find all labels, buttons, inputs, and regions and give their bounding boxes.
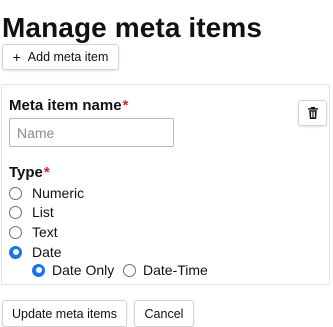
radio-numeric[interactable] <box>9 186 22 200</box>
meta-item-name-label-text: Meta item name <box>9 97 122 114</box>
add-meta-item-button[interactable]: + Add meta item <box>2 44 119 70</box>
meta-item-name-label: Meta item name* <box>9 97 128 115</box>
cancel-button[interactable]: Cancel <box>134 300 194 327</box>
type-option-numeric[interactable]: Numeric <box>9 185 84 201</box>
type-label: Type* <box>9 164 50 182</box>
type-option-list-label: List <box>32 204 54 220</box>
type-option-text-label: Text <box>32 224 58 240</box>
plus-icon: + <box>12 49 21 65</box>
date-option-date-time-label: Date-Time <box>143 262 208 278</box>
add-meta-item-label: Add meta item <box>27 50 109 64</box>
type-option-date-label: Date <box>32 244 62 260</box>
radio-date-only[interactable] <box>32 263 45 277</box>
date-option-date-only-label: Date Only <box>52 262 115 278</box>
required-marker: * <box>122 97 129 114</box>
page-title: Manage meta items <box>2 12 263 43</box>
date-option-date-time[interactable]: Date-Time <box>123 262 208 278</box>
date-option-date-only[interactable]: Date Only <box>32 262 114 278</box>
type-option-list[interactable]: List <box>9 204 54 220</box>
radio-date[interactable] <box>9 245 22 259</box>
type-option-text[interactable]: Text <box>9 224 58 240</box>
radio-date-time[interactable] <box>123 263 136 277</box>
required-marker: * <box>43 164 50 181</box>
meta-item-card: Meta item name* Type* Numeric List Text … <box>1 84 330 285</box>
meta-item-name-input[interactable] <box>9 118 174 147</box>
delete-meta-item-button[interactable] <box>298 100 327 126</box>
type-option-date[interactable]: Date <box>9 244 62 260</box>
update-meta-items-button[interactable]: Update meta items <box>2 300 127 327</box>
radio-text[interactable] <box>9 225 22 239</box>
radio-list[interactable] <box>9 205 22 219</box>
type-option-numeric-label: Numeric <box>32 185 85 201</box>
type-label-text: Type <box>9 164 43 181</box>
trash-icon <box>307 107 318 119</box>
